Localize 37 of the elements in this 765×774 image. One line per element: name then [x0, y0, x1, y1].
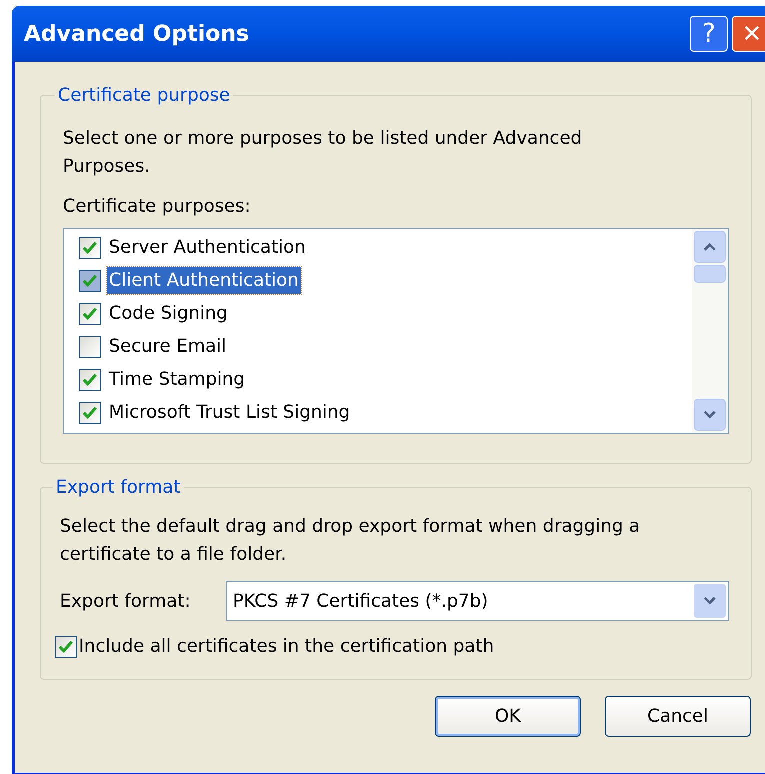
list-item[interactable]: Code Signing [107, 300, 230, 327]
group-title: Export format [55, 476, 182, 500]
scroll-down-button[interactable] [694, 399, 726, 431]
ok-button[interactable]: OK [435, 696, 581, 737]
checkmark-icon [83, 308, 97, 320]
scrollbar[interactable] [692, 229, 728, 433]
list-item[interactable]: Server Authentication [107, 234, 308, 261]
checkbox[interactable] [79, 402, 101, 424]
close-button[interactable]: ✕ [732, 16, 765, 52]
checkbox[interactable] [79, 270, 101, 292]
export-format-dropdown[interactable]: PKCS #7 Certificates (*.p7b) [226, 581, 729, 621]
checkbox[interactable] [55, 636, 77, 658]
checkbox[interactable] [79, 302, 101, 324]
help-button[interactable]: ? [690, 16, 728, 52]
scroll-up-button[interactable] [694, 231, 726, 263]
field-label: Export format: [60, 590, 192, 614]
group-title: Certificate purpose [57, 84, 232, 108]
list-item[interactable]: Microsoft Trust List Signing [107, 399, 352, 426]
checkbox[interactable] [79, 236, 101, 258]
checkmark-icon [83, 406, 97, 418]
checkbox[interactable] [79, 336, 101, 358]
list-item[interactable]: Client Authentication [107, 267, 301, 294]
checkmark-icon [59, 640, 73, 652]
description-text: Select the default drag and drop export format when dragging a certificate to a file folder. [60, 515, 642, 567]
cancel-button[interactable]: Cancel [605, 696, 751, 737]
checkmark-icon [83, 274, 97, 286]
list-item[interactable]: Secure Email [107, 333, 229, 360]
window-title: Advanced Options [24, 20, 250, 48]
checkbox[interactable] [79, 368, 101, 390]
dropdown-button[interactable] [694, 584, 726, 618]
scroll-thumb[interactable] [694, 265, 726, 283]
checkbox-label[interactable]: Include all certificates in the certification path [79, 633, 494, 660]
description-text: Select one or more purposes to be listed under Advanced Purposes. [63, 127, 584, 179]
checkmark-icon [83, 242, 97, 254]
list-label: Certificate purposes: [63, 195, 252, 219]
list-item[interactable]: Time Stamping [107, 366, 248, 393]
checkmark-icon [83, 374, 97, 386]
